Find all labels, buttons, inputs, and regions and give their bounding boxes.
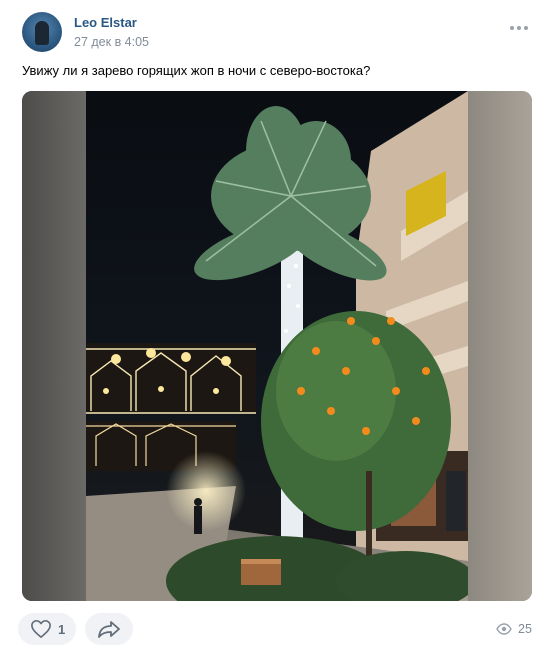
post-date[interactable]: 27 дек в 4:05 xyxy=(74,35,149,49)
share-button[interactable] xyxy=(85,613,133,645)
like-button[interactable]: 1 xyxy=(18,613,76,645)
heart-icon xyxy=(31,620,51,638)
author-name[interactable]: Leo Elstar xyxy=(74,15,137,30)
eye-icon xyxy=(496,623,512,635)
more-options-icon[interactable] xyxy=(510,24,530,32)
post-photo[interactable] xyxy=(22,91,532,601)
views-counter: 25 xyxy=(496,622,532,636)
wall-post: Leo Elstar 27 дек в 4:05 Увижу ли я заре… xyxy=(0,0,545,657)
avatar[interactable] xyxy=(22,12,62,52)
post-text: Увижу ли я зарево горящих жоп в ночи с с… xyxy=(22,63,371,78)
like-count: 1 xyxy=(58,621,66,637)
share-arrow-icon xyxy=(98,621,120,638)
views-count: 25 xyxy=(518,622,532,636)
